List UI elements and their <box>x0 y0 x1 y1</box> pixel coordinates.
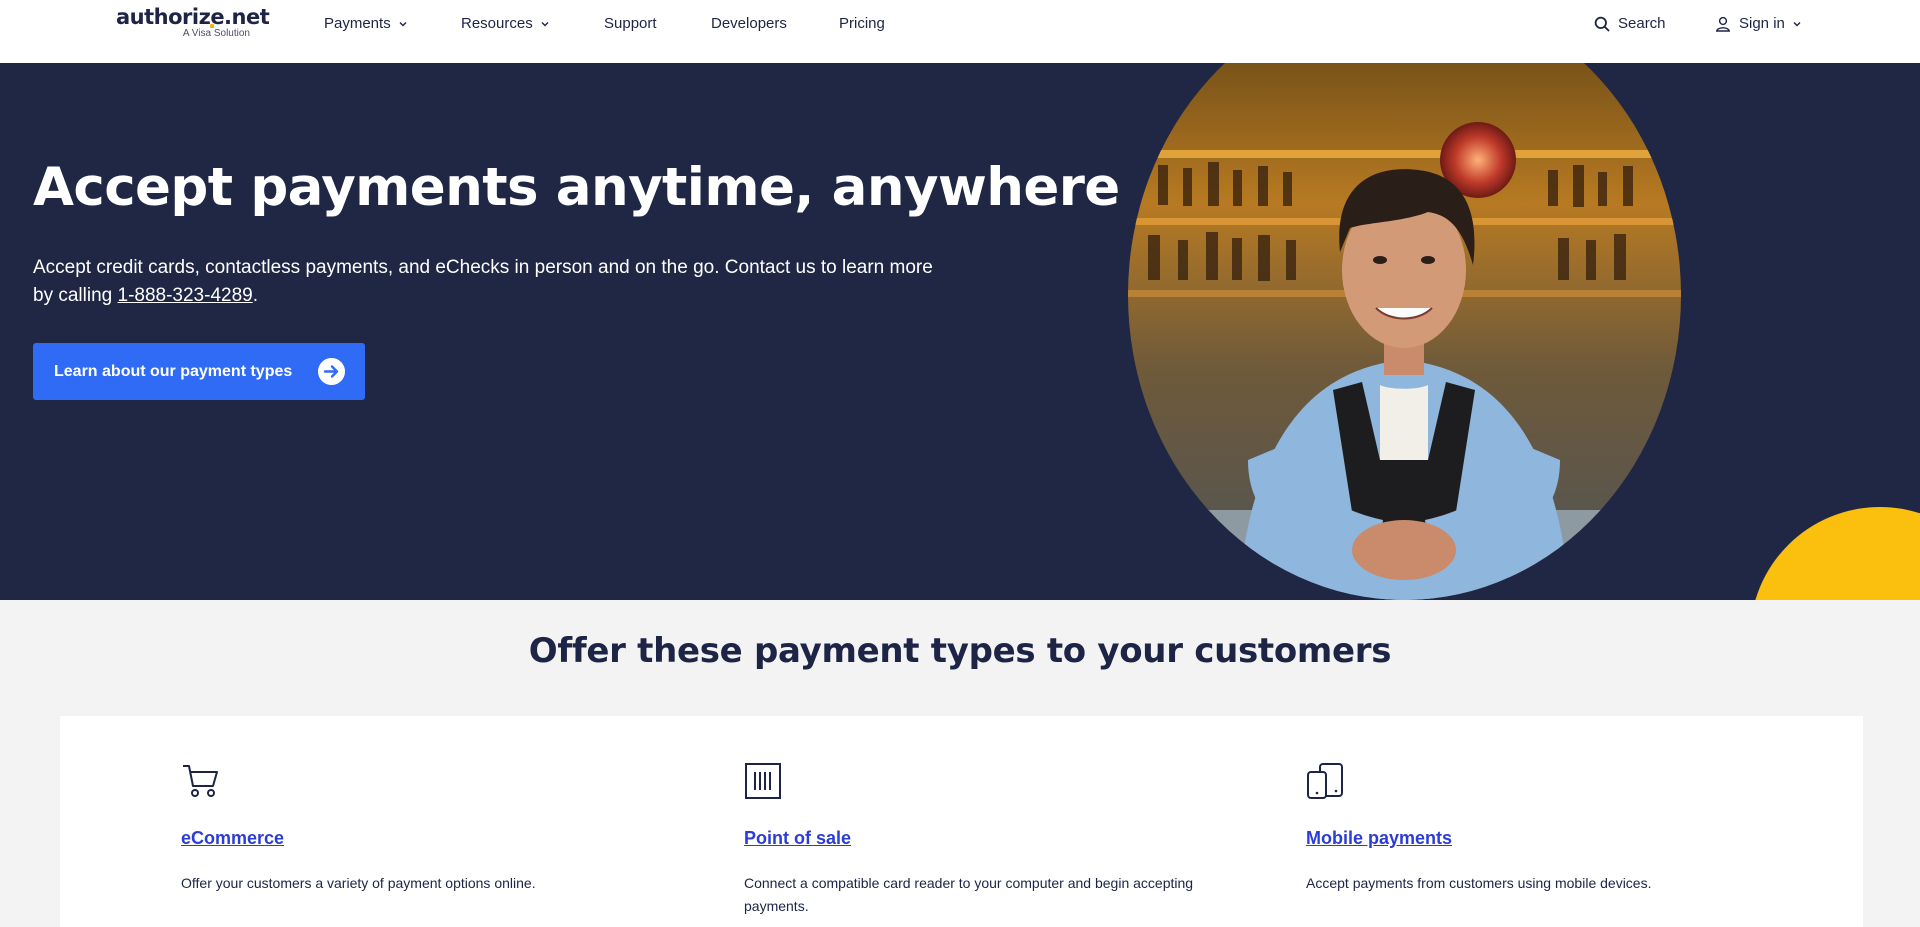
hero-description: Accept credit cards, contactless payment… <box>33 254 953 310</box>
point-of-sale-description: Connect a compatible card reader to your… <box>744 875 1194 914</box>
search-icon <box>1594 16 1610 31</box>
arrow-right-circle-icon <box>318 358 345 385</box>
user-icon <box>1715 16 1731 32</box>
chevron-down-icon <box>541 21 549 26</box>
sign-in-label: Sign in <box>1739 15 1785 32</box>
nav-pricing-label: Pricing <box>839 15 885 32</box>
nav-pricing[interactable]: Pricing <box>839 15 885 32</box>
search-label: Search <box>1618 15 1666 32</box>
search-button[interactable]: Search <box>1594 15 1666 32</box>
hero-description-end: . <box>252 285 258 306</box>
site-header: authorize.net A Visa Solution Payments R… <box>0 0 1920 63</box>
nav-support[interactable]: Support <box>604 15 657 32</box>
ecommerce-description: Offer your customers a variety of paymen… <box>181 875 536 891</box>
card-reader-icon <box>745 763 781 799</box>
hero-banner: Accept payments anytime, anywhere Accept… <box>0 63 1920 600</box>
nav-developers-label: Developers <box>711 15 787 32</box>
chevron-down-icon <box>1793 21 1801 26</box>
hero-photo-bartender <box>1128 63 1681 600</box>
learn-payment-types-label: Learn about our payment types <box>54 362 293 380</box>
phone-link[interactable]: 1-888-323-4289 <box>118 285 253 306</box>
ecommerce-link[interactable]: eCommerce <box>181 828 284 849</box>
nav-developers[interactable]: Developers <box>711 15 787 32</box>
mobile-payments-description: Accept payments from customers using mob… <box>1306 875 1652 891</box>
mobile-devices-icon <box>1307 763 1343 799</box>
decorative-yellow-circle <box>1750 507 1920 600</box>
chevron-down-icon <box>399 21 407 26</box>
nav-resources-label: Resources <box>461 15 533 32</box>
shopping-cart-icon <box>183 765 218 797</box>
nav-payments-label: Payments <box>324 15 391 32</box>
main-nav: Payments Resources Support Developers Pr… <box>0 0 1920 47</box>
sign-in-menu[interactable]: Sign in <box>1715 15 1801 32</box>
nav-payments[interactable]: Payments <box>324 15 407 32</box>
learn-payment-types-button[interactable]: Learn about our payment types <box>33 343 365 400</box>
section-title: Offer these payment types to your custom… <box>528 631 1392 671</box>
mobile-payments-link[interactable]: Mobile payments <box>1306 828 1452 849</box>
payment-types-panel: eCommerce Offer your customers a variety… <box>60 716 1863 927</box>
nav-resources[interactable]: Resources <box>461 15 549 32</box>
point-of-sale-link[interactable]: Point of sale <box>744 828 851 849</box>
hero-title: Accept payments anytime, anywhere <box>33 157 1120 218</box>
nav-support-label: Support <box>604 15 657 32</box>
